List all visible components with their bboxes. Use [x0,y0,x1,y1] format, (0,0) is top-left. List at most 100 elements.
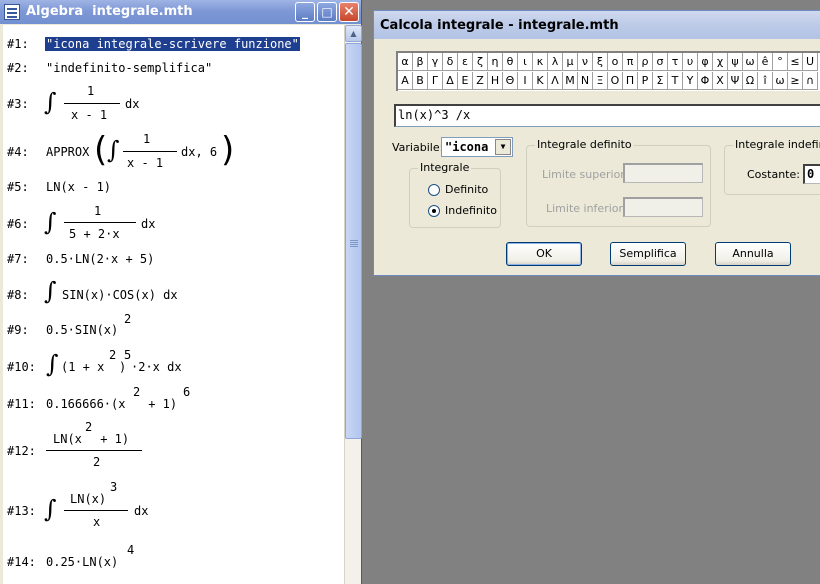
expression-text[interactable]: LN(x - 1) [46,180,111,194]
ok-button[interactable]: OK [506,242,582,266]
expression-row[interactable]: #4: APPROX ( ∫ 1 x - 1 dx, 6 ) [3,131,344,175]
symbol-button-lower-21[interactable]: χ [713,53,728,71]
symbol-button-upper-7[interactable]: Θ [503,72,518,90]
symbol-button-upper-23[interactable]: Ω [743,72,758,90]
expression-text[interactable]: SIN(x)·COS(x) dx [62,288,178,302]
symbol-button-lower-6[interactable]: η [488,53,503,71]
symbol-button-upper-15[interactable]: Π [623,72,638,90]
expression-base[interactable]: 0.25·LN(x) [46,555,118,569]
lower-limit-input[interactable] [623,197,703,217]
symbol-button-upper-18[interactable]: Τ [668,72,683,90]
symbol-button-upper-12[interactable]: Ν [578,72,593,90]
symbol-button-upper-14[interactable]: Ο [608,72,623,90]
symbol-button-lower-0[interactable]: α [398,53,413,71]
expression-row[interactable]: #7: 0.5·LN(2·x + 5) [3,252,344,268]
dialog-titlebar[interactable]: Calcola integrale - integrale.mth [374,11,820,39]
symbol-button-upper-26[interactable]: ≥ [788,72,803,90]
symbol-button-upper-17[interactable]: Σ [653,72,668,90]
symbol-button-lower-18[interactable]: τ [668,53,683,71]
symbol-button-upper-6[interactable]: Η [488,72,503,90]
radio-definito-label[interactable]: Definito [445,183,488,196]
symbol-button-lower-17[interactable]: σ [653,53,668,71]
symbol-button-upper-21[interactable]: Χ [713,72,728,90]
symbol-button-lower-24[interactable]: ê [758,53,773,71]
symbol-button-lower-14[interactable]: ο [608,53,623,71]
minimize-button[interactable]: _ [295,2,315,22]
symbol-button-upper-11[interactable]: Μ [563,72,578,90]
symbol-button-upper-2[interactable]: Γ [428,72,443,90]
expression-row[interactable]: #11: 0.166666·(x 2 + 1) 6 [3,382,344,412]
expression-row[interactable]: #13: ∫ LN(x) 3 x dx [3,476,344,529]
algebra-titlebar[interactable]: Algebra integrale.mth _ □ ✕ [0,0,361,24]
symbol-button-upper-16[interactable]: Ρ [638,72,653,90]
symbol-button-upper-24[interactable]: î [758,72,773,90]
symbol-button-upper-13[interactable]: Ξ [593,72,608,90]
radio-definito[interactable] [428,184,440,196]
symbol-button-upper-20[interactable]: Φ [698,72,713,90]
symbol-button-upper-5[interactable]: Ζ [473,72,488,90]
expression-row[interactable]: #10: ∫ (1 + x 2 ) 5 ·2·x dx [3,345,344,379]
symbol-button-lower-16[interactable]: ρ [638,53,653,71]
expression-base[interactable]: 0.5·SIN(x) [46,323,118,337]
expression-row[interactable]: #1: "icona integrale-scrivere funzione" [3,37,344,53]
maximize-button[interactable]: □ [317,2,337,22]
scrollbar-thumb[interactable] [345,43,362,439]
upper-limit-input[interactable] [623,163,703,183]
symbol-button-upper-0[interactable]: Α [398,72,413,90]
symbol-button-lower-10[interactable]: λ [548,53,563,71]
expression-row[interactable]: #14: 0.25·LN(x) 4 [3,541,344,571]
symbol-button-upper-4[interactable]: Ε [458,72,473,90]
constant-input[interactable]: 0 [803,164,820,184]
symbol-button-lower-19[interactable]: υ [683,53,698,71]
expression-input[interactable]: ln(x)^3 /x [394,104,820,127]
symbol-button-upper-1[interactable]: Β [413,72,428,90]
simplify-button[interactable]: Semplifica [610,242,686,266]
symbol-button-upper-25[interactable]: ω [773,72,788,90]
symbol-button-lower-3[interactable]: δ [443,53,458,71]
algebra-expression-list[interactable]: #1: "icona integrale-scrivere funzione" … [3,25,344,584]
symbol-button-lower-26[interactable]: ≤ [788,53,803,71]
symbol-button-upper-8[interactable]: Ι [518,72,533,90]
symbol-button-lower-1[interactable]: β [413,53,428,71]
close-button[interactable]: ✕ [339,2,359,22]
symbol-button-lower-15[interactable]: π [623,53,638,71]
symbol-button-lower-27[interactable]: U [803,53,818,71]
symbol-button-lower-22[interactable]: ψ [728,53,743,71]
symbol-button-lower-5[interactable]: ζ [473,53,488,71]
symbol-button-upper-10[interactable]: Λ [548,72,563,90]
symbol-button-upper-22[interactable]: Ψ [728,72,743,90]
symbol-button-upper-19[interactable]: Υ [683,72,698,90]
symbol-button-lower-23[interactable]: ω [743,53,758,71]
expression-text[interactable]: (1 + x [61,360,104,374]
symbol-button-upper-3[interactable]: Δ [443,72,458,90]
symbol-button-upper-27[interactable]: ∩ [803,72,818,90]
symbol-button-lower-20[interactable]: φ [698,53,713,71]
expression-row[interactable]: #6: ∫ 1 5 + 2·x dx [3,201,344,245]
expression-row[interactable]: #2: "indefinito-semplifica" [3,61,344,77]
expression-row[interactable]: #8: ∫ SIN(x)·COS(x) dx [3,279,344,305]
expression-row[interactable]: #3: ∫ 1 x - 1 dx [3,81,344,125]
symbol-button-lower-25[interactable]: ° [773,53,788,71]
symbol-button-lower-2[interactable]: γ [428,53,443,71]
expression-row[interactable]: #12: LN(x 2 + 1) 2 [3,420,344,470]
expression-row[interactable]: #9: 0.5·SIN(x) 2 [3,312,344,338]
symbol-button-lower-13[interactable]: ξ [593,53,608,71]
symbol-button-lower-7[interactable]: θ [503,53,518,71]
symbol-button-upper-9[interactable]: Κ [533,72,548,90]
expression-text[interactable]: "icona integrale-scrivere funzione" [45,37,300,51]
expression-text[interactable]: 0.166666·(x [46,397,125,411]
expression-row[interactable]: #5: LN(x - 1) [3,180,344,196]
symbol-button-lower-11[interactable]: μ [563,53,578,71]
chevron-down-icon[interactable]: ▼ [495,139,511,155]
symbol-button-lower-12[interactable]: ν [578,53,593,71]
symbol-button-lower-9[interactable]: κ [533,53,548,71]
symbol-button-lower-4[interactable]: ε [458,53,473,71]
vertical-scrollbar[interactable]: ▲ [344,25,362,584]
radio-indefinito-label[interactable]: Indefinito [445,204,497,217]
expression-text[interactable]: 0.5·LN(2·x + 5) [46,252,154,266]
expression-text[interactable]: "indefinito-semplifica" [46,61,212,75]
cancel-button[interactable]: Annulla [715,242,791,266]
scroll-up-icon[interactable]: ▲ [345,25,362,42]
radio-indefinito[interactable] [428,205,440,217]
symbol-button-lower-8[interactable]: ι [518,53,533,71]
